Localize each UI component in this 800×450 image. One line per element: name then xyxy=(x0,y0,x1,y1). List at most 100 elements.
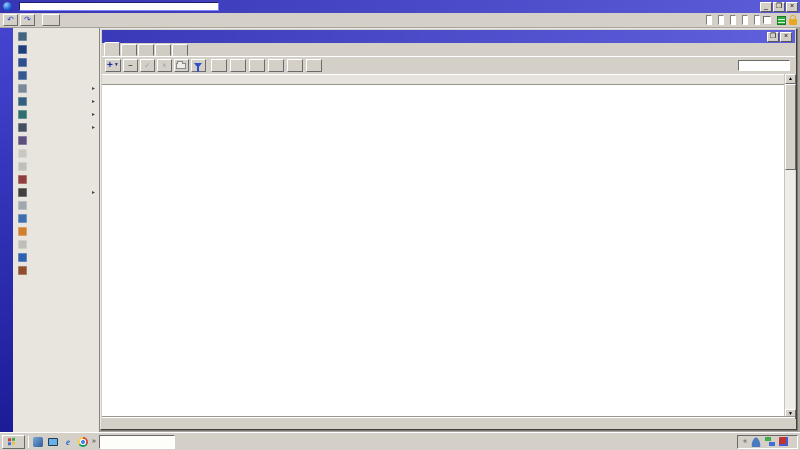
minimize-button[interactable]: _ xyxy=(760,1,772,12)
taskbar-separator xyxy=(28,435,29,448)
winbox-icon xyxy=(3,2,12,11)
network-places-icon[interactable] xyxy=(32,436,44,448)
router-address-field xyxy=(19,2,219,11)
lcd-icon xyxy=(18,214,27,223)
sidebar-item-new-terminal[interactable] xyxy=(13,199,99,212)
tools-icon xyxy=(18,188,27,197)
sidebar-item-radius[interactable] xyxy=(13,173,99,186)
sidebar-item-ppp[interactable] xyxy=(13,56,99,69)
network-tray-icon[interactable] xyxy=(765,436,775,447)
sidebar-item-manual[interactable] xyxy=(13,251,99,264)
partition-icon xyxy=(18,227,27,236)
server-buttons xyxy=(208,59,322,72)
sidebar-item-routing[interactable]: ▸ xyxy=(13,108,99,121)
tray-collapse-icon[interactable]: « xyxy=(743,438,747,445)
filter-button[interactable] xyxy=(190,59,206,72)
log-icon xyxy=(18,162,27,171)
tab-profiles[interactable] xyxy=(155,44,171,56)
date-value xyxy=(742,15,748,25)
safe-mode-button[interactable] xyxy=(42,14,60,26)
display-icon[interactable] xyxy=(47,436,59,448)
taskbar-window-button[interactable] xyxy=(98,434,175,449)
ppp-toolbar: + ▼ − ✓ × xyxy=(102,57,795,74)
hide-passwords-checkbox[interactable] xyxy=(763,16,771,24)
tab-pppoe-servers[interactable] xyxy=(121,44,137,56)
sidebar-item-system[interactable]: ▸ xyxy=(13,121,99,134)
sidebar-item-make-supout[interactable] xyxy=(13,238,99,251)
submenu-arrow-icon: ▸ xyxy=(91,86,95,92)
control-bar: ↶ ↷ xyxy=(0,13,800,28)
ppp-scanner-button[interactable] xyxy=(210,59,227,72)
sidebar-item-log[interactable] xyxy=(13,160,99,173)
comment-button[interactable] xyxy=(173,59,189,72)
pptp-server-button[interactable] xyxy=(229,59,246,72)
close-button[interactable]: × xyxy=(786,1,798,12)
user-tray-icon[interactable] xyxy=(751,436,761,447)
ppp-window-titlebar[interactable]: ❐ × xyxy=(102,30,795,43)
windows-flag-icon xyxy=(8,437,16,446)
ip-icon xyxy=(18,84,27,93)
l2tp-server-button[interactable] xyxy=(267,59,284,72)
files-icon xyxy=(18,149,27,158)
ppp-tab-bar xyxy=(102,42,795,57)
check-icon: ✓ xyxy=(143,61,151,70)
quicklaunch-overflow-icon[interactable]: » xyxy=(92,438,96,445)
enable-button[interactable]: ✓ xyxy=(139,59,155,72)
remove-button[interactable]: − xyxy=(122,59,138,72)
connection-tray-icon[interactable] xyxy=(779,437,788,446)
uptime-value xyxy=(706,15,712,25)
sidebar-item-queues[interactable] xyxy=(13,134,99,147)
sstp-server-button[interactable] xyxy=(248,59,265,72)
tab-interface[interactable] xyxy=(104,42,120,56)
sidebar-item-partition[interactable] xyxy=(13,225,99,238)
start-button[interactable] xyxy=(2,434,25,449)
scrollbar-thumb[interactable] xyxy=(785,84,796,170)
restore-button[interactable]: ❐ xyxy=(773,1,785,12)
memory-value xyxy=(718,15,724,25)
sidebar-item-lcd[interactable] xyxy=(13,212,99,225)
time-value xyxy=(754,15,760,25)
brand-strip xyxy=(0,28,13,432)
table-body xyxy=(102,85,786,419)
taskbar: e » « xyxy=(0,432,800,450)
lock-icon xyxy=(789,14,797,25)
disable-button[interactable]: × xyxy=(156,59,172,72)
ppp-restore-button[interactable]: ❐ xyxy=(767,31,779,42)
find-input[interactable] xyxy=(738,60,790,71)
interfaces-icon xyxy=(18,32,27,41)
sidebar-item-bridge[interactable] xyxy=(13,43,99,56)
tab-active-connections[interactable] xyxy=(172,44,188,56)
sidebar-item-mesh[interactable] xyxy=(13,69,99,82)
submenu-arrow-icon: ▸ xyxy=(91,99,95,105)
sidebar-item-mpls[interactable]: ▸ xyxy=(13,95,99,108)
tab-secrets[interactable] xyxy=(138,44,154,56)
sidebar-item-files[interactable] xyxy=(13,147,99,160)
add-dropdown-icon[interactable]: ▼ xyxy=(114,60,119,71)
redo-button[interactable]: ↷ xyxy=(20,14,35,26)
sidebar-item-exit[interactable] xyxy=(13,264,99,277)
undo-button[interactable]: ↶ xyxy=(3,14,18,26)
pppoe-scan-button[interactable] xyxy=(305,59,322,72)
cross-icon: × xyxy=(161,61,167,70)
add-button[interactable]: + ▼ xyxy=(105,59,121,72)
cpu-value xyxy=(730,15,736,25)
sidebar-item-interfaces[interactable] xyxy=(13,30,99,43)
scroll-up-icon[interactable]: ▲ xyxy=(785,74,796,84)
mesh-icon xyxy=(18,71,27,80)
ovpn-server-button[interactable] xyxy=(286,59,303,72)
radius-icon xyxy=(18,175,27,184)
terminal-icon xyxy=(18,201,27,210)
internet-explorer-icon[interactable]: e xyxy=(62,436,74,448)
sidebar-item-ip[interactable]: ▸ xyxy=(13,82,99,95)
ppp-status-bar xyxy=(102,417,795,428)
session-list-icon[interactable] xyxy=(777,15,786,25)
bridge-icon xyxy=(18,45,27,54)
ppp-close-button[interactable]: × xyxy=(780,31,792,42)
sidebar-item-tools[interactable]: ▸ xyxy=(13,186,99,199)
chrome-icon[interactable] xyxy=(77,436,89,448)
manual-icon xyxy=(18,253,27,262)
system-tray: « xyxy=(737,434,798,449)
submenu-arrow-icon: ▸ xyxy=(91,190,95,196)
vertical-scrollbar[interactable]: ▲ ▼ xyxy=(784,74,796,419)
submenu-arrow-icon: ▸ xyxy=(91,112,95,118)
